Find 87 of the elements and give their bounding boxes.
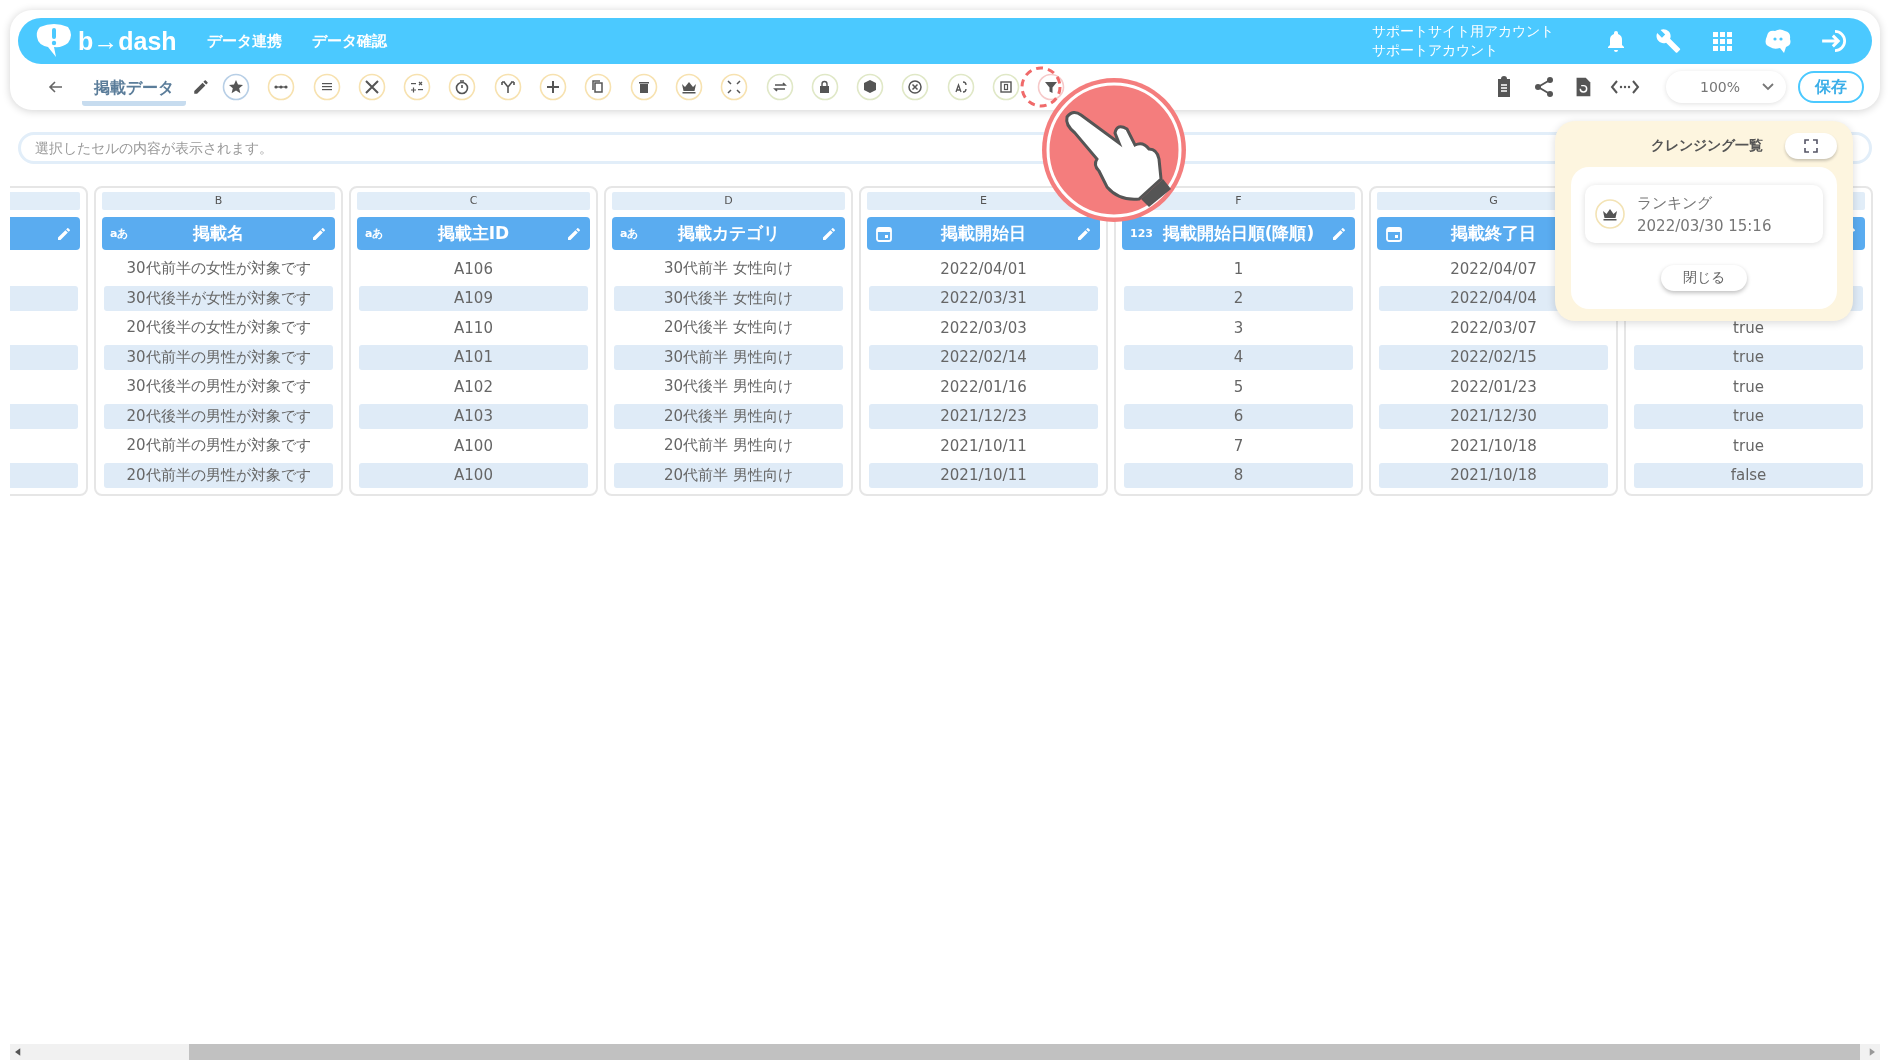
cell-value: 2021/12/30 bbox=[1450, 407, 1537, 425]
cell-value: 20代後半 女性向け bbox=[664, 318, 793, 337]
cell-value: true bbox=[1733, 348, 1764, 366]
cell-value: true bbox=[1733, 436, 1764, 455]
type-label: aあ bbox=[110, 226, 129, 241]
cell-value: 20代後半の男性が対象です bbox=[126, 406, 311, 426]
cell-value: 2022/04/01 bbox=[940, 259, 1027, 278]
cell-value: true bbox=[1733, 377, 1764, 396]
cell-value: A100 bbox=[454, 466, 493, 484]
cell-value: 2022/04/07 bbox=[1450, 259, 1537, 278]
item-timestamp: 2022/03/30 15:16 bbox=[1637, 216, 1772, 235]
cell-value: 30代前半 男性向け bbox=[664, 347, 793, 367]
column-letter: B bbox=[214, 194, 223, 207]
cell-value: true bbox=[1733, 407, 1764, 425]
cell-value: 6 bbox=[1233, 407, 1244, 425]
cell-value: 2022/01/16 bbox=[940, 377, 1027, 396]
panel-title: クレンジング一覧 bbox=[1651, 137, 1763, 155]
cell-value: 2021/10/11 bbox=[940, 466, 1027, 484]
column-title: 掲載名 bbox=[193, 222, 244, 245]
cell-value: 2022/02/14 bbox=[940, 348, 1027, 366]
column-letter: C bbox=[469, 194, 478, 207]
cell-value: 8 bbox=[1233, 466, 1244, 484]
cell-value: 2022/03/07 bbox=[1450, 318, 1537, 337]
cell-value: true bbox=[1733, 318, 1764, 337]
column-header[interactable]: 掲載開始日 bbox=[867, 217, 1100, 250]
item-name: ランキング bbox=[1637, 193, 1713, 213]
nav-link[interactable]: データ確認 bbox=[311, 31, 387, 51]
cell-value: 1 bbox=[1233, 259, 1244, 278]
cell-value: A110 bbox=[454, 318, 493, 337]
cell-value: 30代前半の男性が対象です bbox=[126, 347, 311, 367]
close-button[interactable]: 閉じる bbox=[1661, 265, 1747, 291]
column-title: 掲載主ID bbox=[437, 222, 510, 245]
cell-value: 20代後半の女性が対象です bbox=[126, 318, 311, 337]
column-title: 掲載開始日 bbox=[941, 222, 1026, 245]
cell-value: 30代後半が女性が対象です bbox=[126, 288, 311, 308]
cell-value: 30代後半 女性向け bbox=[664, 288, 793, 308]
type-label: 123 bbox=[1130, 227, 1153, 240]
cell-value: 7 bbox=[1233, 436, 1244, 455]
cell-value: 2021/10/11 bbox=[940, 436, 1027, 455]
column-letter: D bbox=[724, 194, 733, 207]
column-header[interactable]: aあ 掲載カテゴリ bbox=[612, 217, 845, 250]
cell-value: 2022/02/15 bbox=[1450, 348, 1537, 366]
cell-value: 20代前半の男性が対象です bbox=[126, 465, 311, 485]
cell-value: 30代後半の男性が対象です bbox=[126, 377, 311, 396]
cell-value: 20代前半 男性向け bbox=[664, 465, 793, 485]
cell-value: A103 bbox=[454, 407, 493, 425]
cell-value: A106 bbox=[454, 259, 493, 278]
cell-value: A109 bbox=[454, 289, 493, 307]
cell-value: 30代前半の女性が対象です bbox=[126, 259, 311, 278]
cell-value: 2 bbox=[1233, 289, 1244, 307]
cell-value: 20代後半 男性向け bbox=[664, 406, 793, 426]
column-header[interactable]: 123 掲載開始日順(降順) bbox=[1122, 217, 1355, 250]
cell-value: 2022/01/23 bbox=[1450, 377, 1537, 396]
column-header[interactable]: aあ 掲載主ID bbox=[357, 217, 590, 250]
cell-value: 3 bbox=[1233, 318, 1244, 337]
logo-text[interactable]: b→dash bbox=[78, 26, 177, 56]
account-name: サポートサイト用アカウント bbox=[1372, 22, 1554, 41]
cell-value: false bbox=[1730, 466, 1767, 484]
column-title: 掲載終了日 bbox=[1451, 222, 1536, 245]
column-letter: E bbox=[980, 194, 987, 207]
cell-value: 4 bbox=[1233, 348, 1244, 366]
column-title: 掲載開始日順(降順) bbox=[1162, 222, 1315, 245]
cell-value: 20代前半 男性向け bbox=[664, 436, 793, 455]
cell-value: 20代前半の男性が対象です bbox=[126, 436, 311, 455]
zoom-select[interactable]: 100% bbox=[1666, 71, 1786, 103]
cell-value: 2022/03/03 bbox=[940, 318, 1027, 337]
cell-value: 30代後半 男性向け bbox=[664, 377, 793, 396]
column-letter: G bbox=[1489, 194, 1498, 207]
sheet-name-tab[interactable]: 掲載データ bbox=[82, 72, 186, 106]
cell-value: 2022/03/31 bbox=[940, 289, 1027, 307]
column-letter: F bbox=[1235, 194, 1242, 207]
nav-link[interactable]: データ連携 bbox=[206, 31, 282, 51]
cell-value: 2021/10/18 bbox=[1450, 466, 1537, 484]
column-title: 掲載カテゴリ bbox=[677, 222, 780, 245]
cell-value: 2021/10/18 bbox=[1450, 436, 1537, 455]
cell-value: 2022/04/04 bbox=[1450, 289, 1537, 307]
cell-value: 30代前半 女性向け bbox=[664, 259, 793, 278]
cell-value: A100 bbox=[454, 436, 493, 455]
column-header[interactable]: aあ 掲載名 bbox=[102, 217, 335, 250]
cell-value: A102 bbox=[454, 377, 493, 396]
cell-value: 5 bbox=[1233, 377, 1244, 396]
type-label: aあ bbox=[365, 226, 384, 241]
account-name: サポートアカウント bbox=[1372, 41, 1499, 60]
save-button[interactable]: 保存 bbox=[1798, 71, 1864, 103]
type-label: aあ bbox=[620, 226, 639, 241]
cell-value: 2021/12/23 bbox=[940, 407, 1027, 425]
cell-value: A101 bbox=[454, 348, 493, 366]
